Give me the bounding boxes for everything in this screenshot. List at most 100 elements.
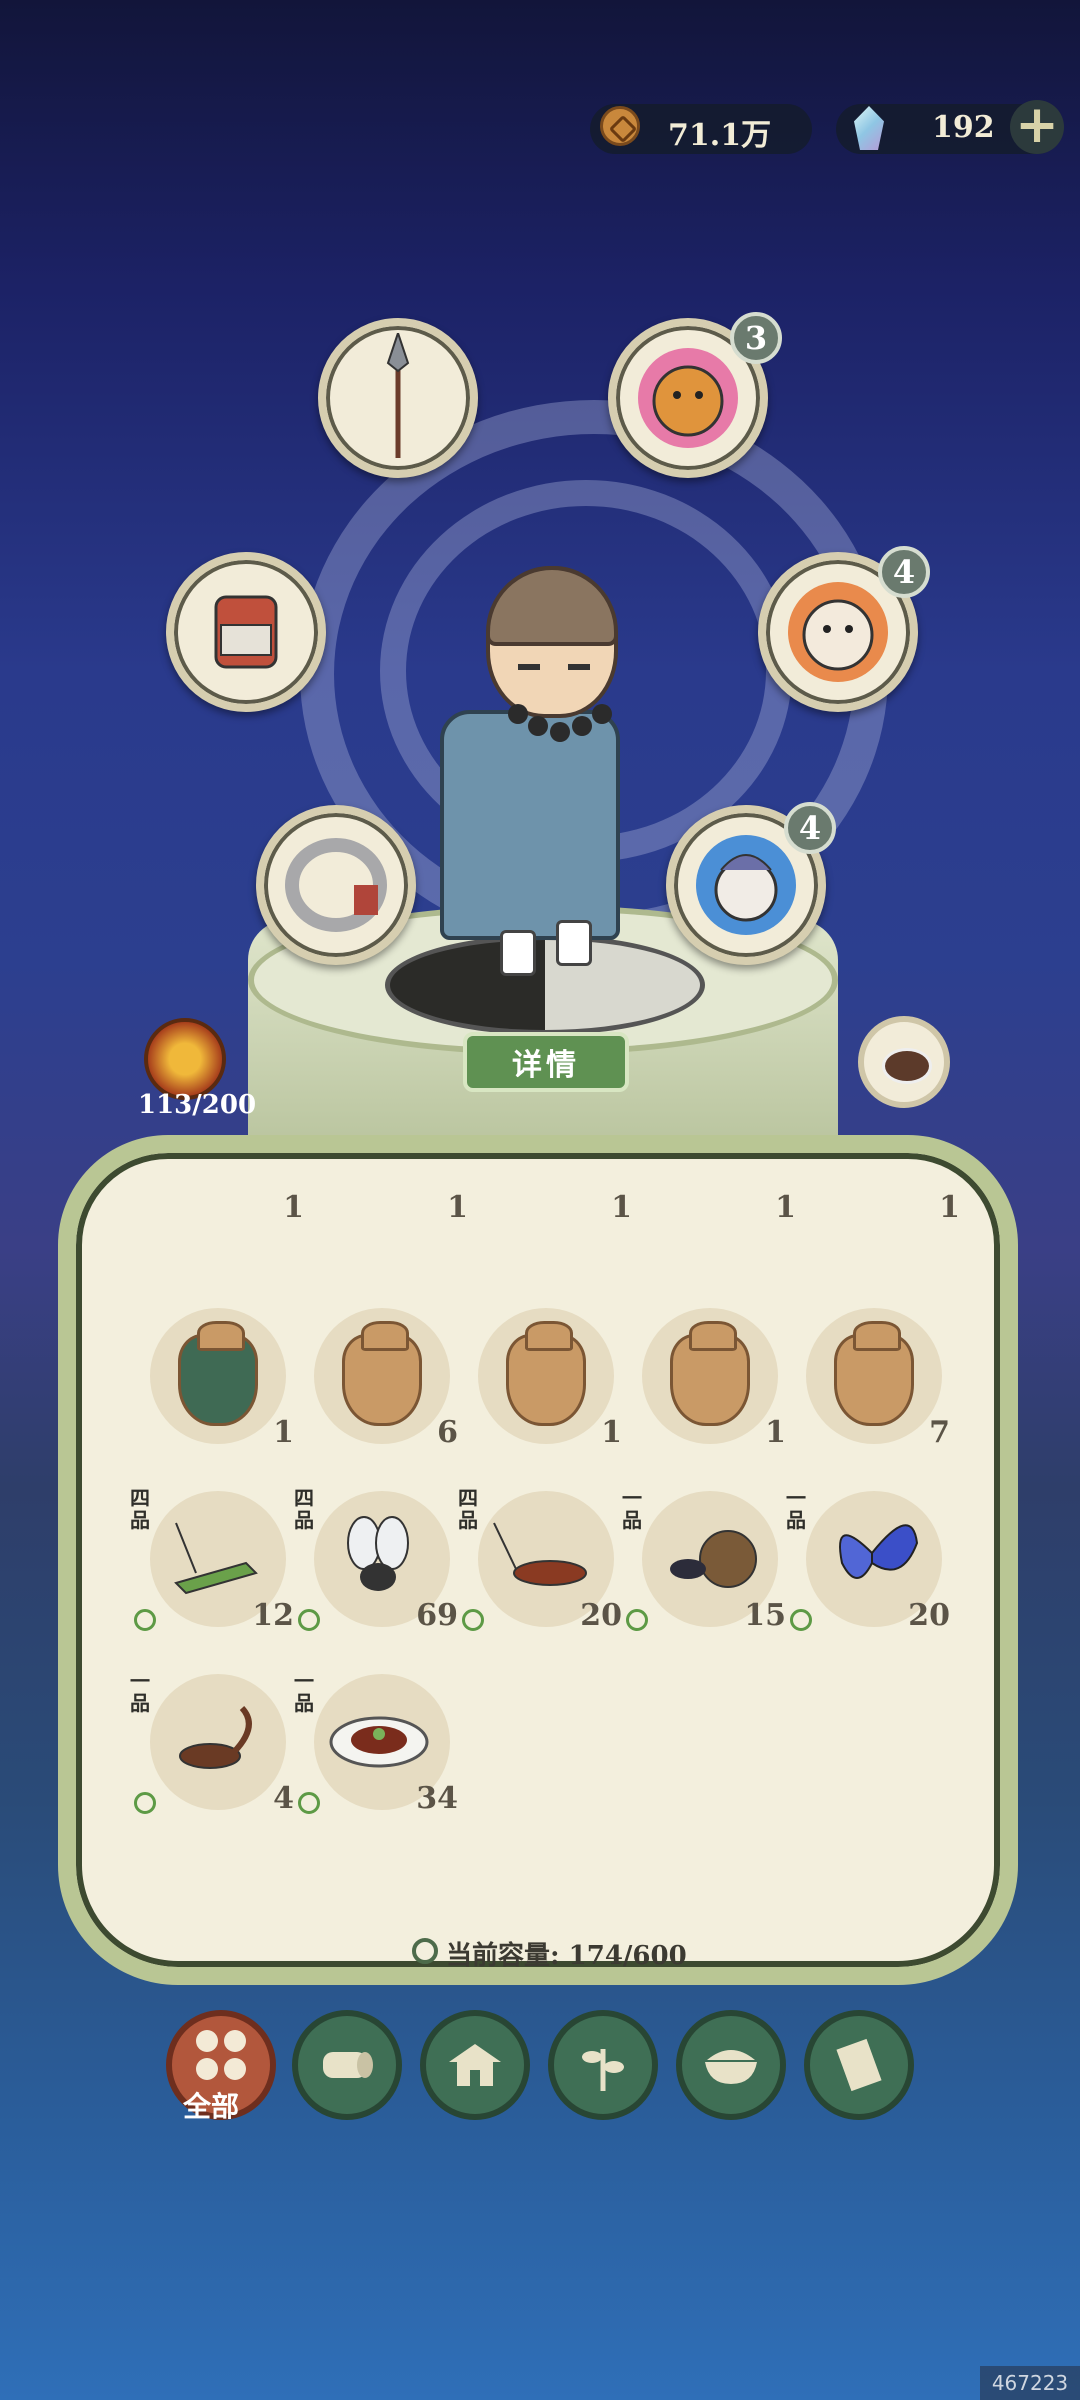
tiger-pet-icon (638, 348, 738, 448)
tab-building[interactable] (420, 2010, 530, 2120)
prayer-bead (572, 716, 592, 736)
gem-icon (854, 106, 884, 150)
inventory-item-seed-bag-bean[interactable]: 1 (622, 1290, 786, 1450)
dragon-girl-pet-icon (696, 835, 796, 935)
leaf-icon (626, 1609, 648, 1631)
gem-amount: 192 (932, 110, 995, 145)
pet-level-badge: 4 (878, 546, 930, 598)
leaf-icon (298, 1792, 320, 1814)
inventory-item-seed-bag-jasmine[interactable]: 7 (786, 1290, 950, 1450)
item-count: 1 (765, 1415, 786, 1450)
energy-fire-icon[interactable] (144, 1018, 226, 1100)
inventory-item-seed-bag-peach[interactable]: 6 (294, 1290, 458, 1450)
watermark: 467223 (980, 2366, 1080, 2400)
inventory-item[interactable]: 1 (304, 1165, 468, 1225)
inventory-item-dish[interactable]: 一品 34 (294, 1656, 458, 1816)
armor-icon (214, 595, 278, 669)
item-grade: 一品 (622, 1486, 642, 1532)
coin-amount: 71.1万 (668, 118, 772, 153)
prayer-bead (550, 722, 570, 742)
inventory-capacity: 当前容量: 174/600 (446, 1941, 687, 1971)
seed-bag-icon (834, 1321, 914, 1426)
inventory-item-dung-beetle[interactable]: 一品 15 (622, 1473, 786, 1633)
tab-plants[interactable] (548, 2010, 658, 2120)
inventory-item[interactable]: 1 (468, 1165, 632, 1225)
character-robe[interactable] (440, 710, 620, 940)
item-count: 1 (775, 1190, 796, 1225)
grid-icon (196, 2030, 246, 2080)
inventory-item-grasshopper[interactable]: 四品 12 (130, 1473, 294, 1633)
details-button[interactable]: 详情 (463, 1032, 629, 1092)
gem-counter: 192 + (836, 99, 1064, 154)
white-tiger-pet-icon (788, 582, 888, 682)
leaf-icon (298, 1609, 320, 1631)
inventory-item-fly[interactable]: 四品 69 (294, 1473, 458, 1633)
tab-wood[interactable] (292, 2010, 402, 2120)
pet-level-badge: 4 (784, 802, 836, 854)
item-grade: 一品 (294, 1669, 314, 1715)
scorpion-icon (179, 1705, 252, 1769)
item-count: 4 (273, 1781, 294, 1816)
seed-bag-icon (670, 1321, 750, 1426)
capacity-icon (412, 1938, 438, 1964)
cockroach-icon (493, 1522, 587, 1586)
inventory-item-cockroach[interactable]: 四品 20 (458, 1473, 622, 1633)
inventory-item-seed-bag-special[interactable]: 1 (130, 1290, 294, 1450)
item-count: 20 (580, 1598, 622, 1633)
tab-food[interactable] (676, 2010, 786, 2120)
scroll-icon (836, 2038, 882, 2092)
weapon-slot[interactable] (318, 318, 478, 478)
leaf-icon (790, 1609, 812, 1631)
armor-slot[interactable] (166, 552, 326, 712)
item-count: 1 (611, 1190, 632, 1225)
leaf-icon (134, 1792, 156, 1814)
coin-counter: 71.1万 (590, 104, 812, 154)
ring-icon (285, 838, 387, 932)
item-grade: 四品 (294, 1486, 314, 1532)
add-gems-button[interactable]: + (1010, 99, 1064, 154)
item-count: 7 (929, 1415, 950, 1450)
log-icon (323, 2052, 373, 2078)
inventory-item[interactable]: 1 (796, 1165, 960, 1225)
pet-level-badge: 3 (730, 312, 782, 364)
leaf-icon (134, 1609, 156, 1631)
item-count: 1 (273, 1415, 294, 1450)
inventory-item-scorpion[interactable]: 一品 4 (130, 1656, 294, 1816)
inventory-item-butterfly[interactable]: 一品 20 (786, 1473, 950, 1633)
seed-bag-icon (178, 1321, 258, 1426)
ring-slot[interactable] (256, 805, 416, 965)
dish-icon (329, 1716, 429, 1768)
item-count: 34 (416, 1781, 458, 1816)
sprout-icon (582, 2049, 624, 2091)
prayer-bead (508, 704, 528, 724)
food-shortcut-button[interactable] (858, 1016, 950, 1108)
dish-icon (882, 1048, 932, 1084)
inventory-item[interactable]: 1 (140, 1165, 304, 1225)
item-grade: 四品 (458, 1486, 478, 1532)
item-grade: 四品 (130, 1486, 150, 1532)
tab-scrolls[interactable] (804, 2010, 914, 2120)
butterfly-icon (839, 1524, 919, 1579)
fly-icon (347, 1516, 409, 1591)
rice-bowl-icon (705, 2050, 757, 2084)
inventory-item[interactable]: 1 (632, 1165, 796, 1225)
tab-all-label: 全部 (183, 2090, 240, 2123)
item-count: 20 (908, 1598, 950, 1633)
item-grade: 一品 (786, 1486, 806, 1532)
item-count: 1 (447, 1190, 468, 1225)
inventory-item-seed-bag-flower[interactable]: 1 (458, 1290, 622, 1450)
item-count: 69 (416, 1598, 458, 1633)
item-count: 15 (744, 1598, 786, 1633)
spear-icon (386, 333, 410, 458)
house-icon (449, 2044, 501, 2086)
grasshopper-icon (174, 1522, 258, 1595)
character-eye-right (568, 664, 590, 670)
seed-bag-icon (506, 1321, 586, 1426)
item-count: 6 (437, 1415, 458, 1450)
yin-yang-icon (385, 935, 705, 1035)
seed-bag-icon (342, 1321, 422, 1426)
dung-beetle-icon (670, 1530, 757, 1588)
coin-icon (600, 106, 640, 146)
item-count: 1 (283, 1190, 304, 1225)
item-count: 1 (601, 1415, 622, 1450)
